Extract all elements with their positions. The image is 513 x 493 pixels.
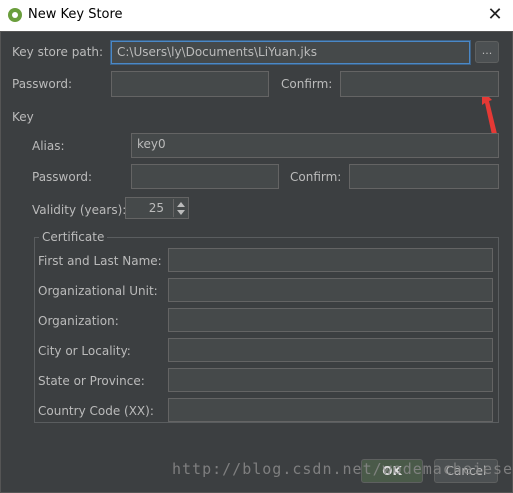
title-bar: New Key Store ✕ xyxy=(0,0,513,31)
watermark: http://blog.csdn.net/wodemacheiese xyxy=(172,460,513,478)
spinner-up-icon[interactable] xyxy=(177,202,185,207)
first-last-name-input[interactable] xyxy=(168,248,493,272)
key-section-label: Key xyxy=(12,110,34,124)
cert-field-label: Organizational Unit: xyxy=(38,284,158,298)
close-icon[interactable]: ✕ xyxy=(483,3,507,27)
new-key-store-dialog: Key store path: C:\Users\ly\Documents\Li… xyxy=(0,31,513,493)
cert-field-label: State or Province: xyxy=(38,374,145,388)
key-password-input[interactable] xyxy=(131,164,279,189)
validity-value: 25 xyxy=(148,201,164,215)
organization-input[interactable] xyxy=(168,308,493,332)
alias-label: Alias: xyxy=(32,139,65,153)
country-code-input[interactable] xyxy=(168,398,493,422)
certificate-section-label: Certificate xyxy=(39,230,108,244)
android-studio-icon xyxy=(8,8,22,22)
state-province-input[interactable] xyxy=(168,368,493,392)
spinner-arrows[interactable] xyxy=(173,199,187,217)
cert-field-label: First and Last Name: xyxy=(38,254,162,268)
city-locality-input[interactable] xyxy=(168,338,493,362)
cert-field-label: Organization: xyxy=(38,314,119,328)
key-confirm-label: Confirm: xyxy=(290,170,342,184)
window-title: New Key Store xyxy=(28,7,123,22)
keystore-confirm-label: Confirm: xyxy=(281,77,333,91)
key-password-label: Password: xyxy=(32,170,93,184)
keystore-password-label: Password: xyxy=(12,77,73,91)
cert-field-label: City or Locality: xyxy=(38,344,131,358)
cert-field-label: Country Code (XX): xyxy=(38,404,154,418)
key-store-path-label: Key store path: xyxy=(12,45,104,59)
alias-input[interactable]: key0 xyxy=(131,133,499,158)
key-store-path-input[interactable]: C:\Users\ly\Documents\LiYuan.jks xyxy=(111,41,470,64)
validity-spinner[interactable]: 25 xyxy=(125,197,189,219)
browse-button[interactable]: ... xyxy=(475,41,499,63)
key-confirm-input[interactable] xyxy=(349,164,499,189)
spinner-down-icon[interactable] xyxy=(177,210,185,215)
validity-label: Validity (years): xyxy=(32,203,127,217)
certificate-group: Certificate First and Last Name: Organiz… xyxy=(34,230,499,423)
organizational-unit-input[interactable] xyxy=(168,278,493,302)
keystore-password-input[interactable] xyxy=(111,71,269,97)
keystore-confirm-input[interactable] xyxy=(340,71,499,97)
